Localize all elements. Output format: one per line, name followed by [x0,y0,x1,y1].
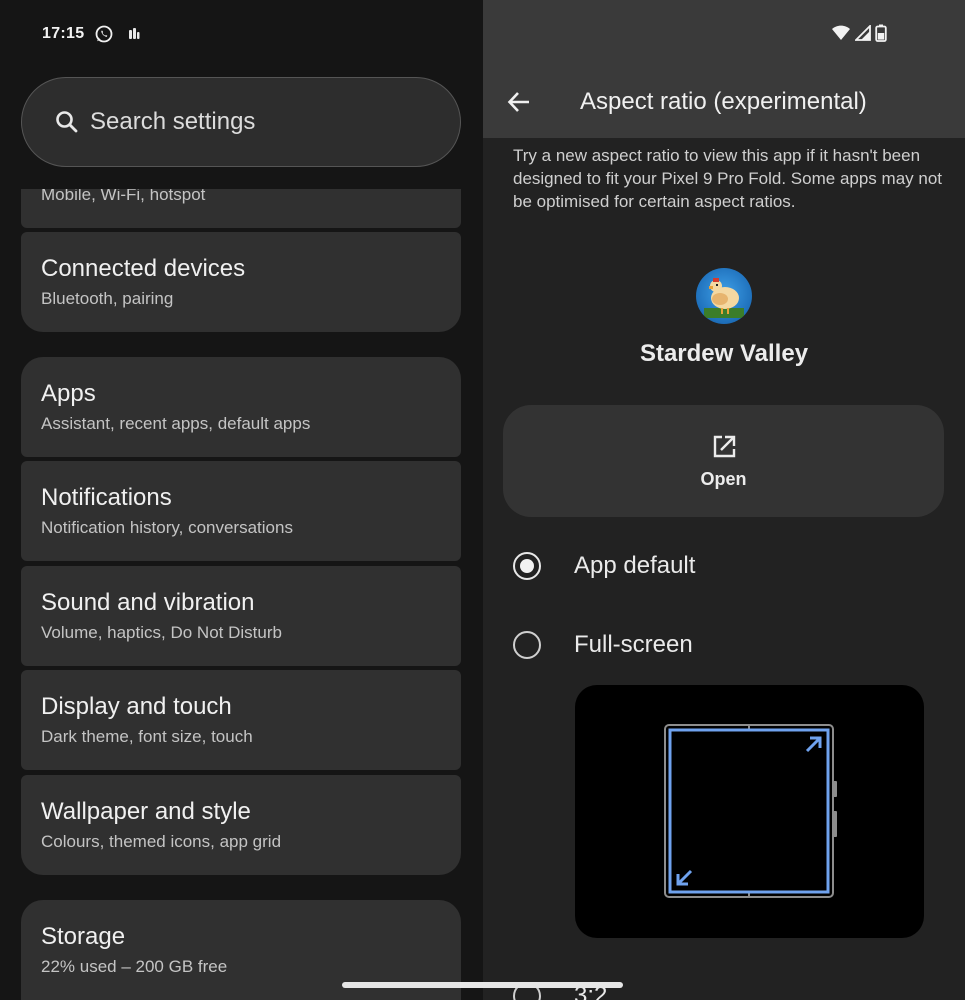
radio-selected[interactable] [513,552,541,580]
full-screen-preview [575,685,924,938]
wifi-icon [831,24,851,47]
settings-item-connected-devices[interactable]: Connected devices Bluetooth, pairing [21,232,461,332]
app-bar: Aspect ratio (experimental) [483,0,965,138]
app-name: Stardew Valley [639,340,809,367]
settings-item-title: Storage [41,923,126,950]
notification-app-icon [124,24,144,44]
settings-item-apps[interactable]: Apps Assistant, recent apps, default app… [21,357,461,457]
settings-item-subtitle: Assistant, recent apps, default apps [41,414,311,433]
settings-item-title: Wallpaper and style [41,798,251,825]
description: Try a new aspect ratio to view this app … [513,146,943,211]
settings-item-title: Display and touch [41,693,232,720]
search-icon [52,107,82,137]
page-title: Aspect ratio (experimental) [580,88,867,115]
open-app-button[interactable]: Open [503,405,944,517]
option-app-default[interactable]: App default [513,552,695,580]
status-bar-right [831,23,887,47]
settings-item-wallpaper[interactable]: Wallpaper and style Colours, themed icon… [21,775,461,875]
battery-icon [875,24,887,47]
settings-item-subtitle: Dark theme, font size, touch [41,727,253,746]
foldable-device-illustration [664,724,837,898]
cellular-signal-icon [853,23,871,46]
settings-item-subtitle: Volume, haptics, Do Not Disturb [41,623,282,642]
settings-item-subtitle: 22% used – 200 GB free [41,957,228,976]
settings-item-title: Apps [41,380,96,407]
aspect-ratio-pane: Aspect ratio (experimental) Try a new as… [483,0,965,1000]
status-time: 17:15 [42,25,85,42]
status-bar-left: 17:15 [42,22,144,46]
option-label: App default [574,552,696,579]
open-label: Open [700,468,747,489]
open-in-new-icon [710,433,738,461]
settings-item-subtitle: Notification history, conversations [41,518,293,537]
settings-pane: Mobile, Wi-Fi, hotspot Connected devices… [0,0,483,1000]
settings-item-display[interactable]: Display and touch Dark theme, font size,… [21,670,461,770]
settings-item-subtitle: Colours, themed icons, app grid [41,832,282,851]
back-button[interactable] [503,86,535,118]
settings-item-title: Connected devices [41,255,246,282]
search-placeholder: Search settings [90,108,256,135]
option-label: Full-screen [574,631,693,658]
radio-unselected[interactable] [513,631,541,659]
settings-item-notifications[interactable]: Notifications Notification history, conv… [21,461,461,561]
arrow-back-icon [507,92,529,112]
settings-item-subtitle: Bluetooth, pairing [41,289,174,308]
option-full-screen[interactable]: Full-screen [513,631,693,659]
gesture-navigation-handle[interactable] [342,982,623,988]
settings-item-title: Sound and vibration [41,589,255,616]
stardew-valley-app-icon [696,268,752,324]
whatsapp-icon [94,24,114,44]
settings-item-sound[interactable]: Sound and vibration Volume, haptics, Do … [21,566,461,666]
search-bar[interactable]: Search settings [21,77,461,167]
settings-item-title: Notifications [41,484,172,511]
